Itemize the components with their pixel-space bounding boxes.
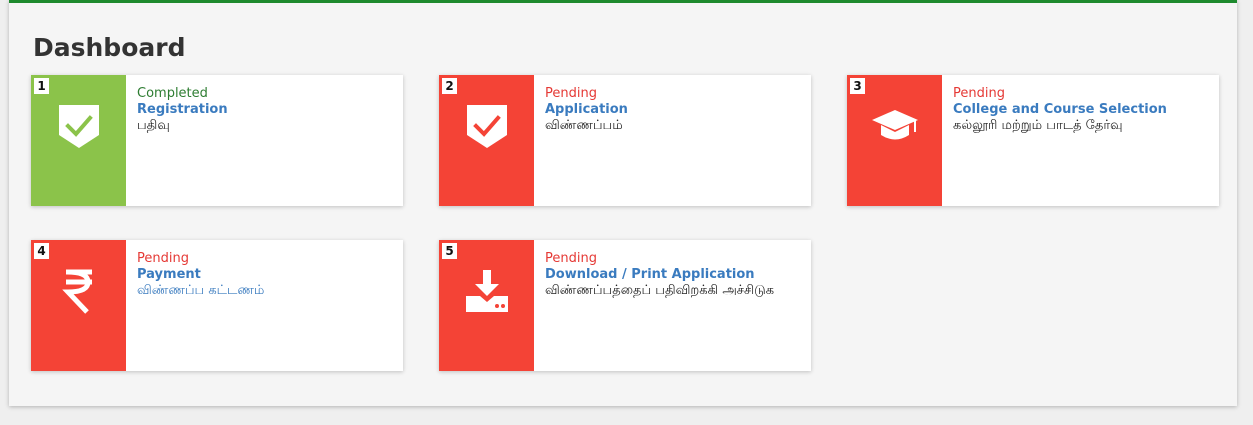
page-title: Dashboard bbox=[33, 33, 186, 62]
card-side-panel: 5 bbox=[439, 240, 534, 371]
dashboard-panel: Dashboard 1 Completed Registration பதிவு… bbox=[9, 0, 1237, 406]
card-title[interactable]: College and Course Selection bbox=[953, 102, 1211, 118]
card-status: Pending bbox=[953, 86, 1005, 101]
card-status: Pending bbox=[545, 251, 597, 266]
card-status: Pending bbox=[137, 251, 189, 266]
card-status: Completed bbox=[137, 86, 208, 101]
card-side-panel: 1 bbox=[31, 75, 126, 206]
card-subtitle: விண்ணப்பம் bbox=[545, 118, 623, 133]
card-side-panel: 3 bbox=[847, 75, 942, 206]
payment-card[interactable]: 4 Pending Payment விண்ணப்ப கட்டணம் bbox=[31, 240, 403, 371]
card-status: Pending bbox=[545, 86, 597, 101]
card-title[interactable]: Download / Print Application bbox=[545, 267, 803, 283]
card-title[interactable]: Application bbox=[545, 102, 803, 118]
step-number: 4 bbox=[34, 243, 49, 259]
step-number: 3 bbox=[850, 78, 865, 94]
card-title[interactable]: Registration bbox=[137, 102, 395, 118]
application-card[interactable]: 2 Pending Application விண்ணப்பம் bbox=[439, 75, 811, 206]
step-number: 1 bbox=[34, 78, 49, 94]
shield-check-icon bbox=[31, 101, 126, 151]
card-side-panel: 4 bbox=[31, 240, 126, 371]
rupee-icon bbox=[31, 266, 126, 316]
college-course-selection-card[interactable]: 3 Pending College and Course Selection க… bbox=[847, 75, 1219, 206]
registration-card[interactable]: 1 Completed Registration பதிவு bbox=[31, 75, 403, 206]
shield-check-icon bbox=[439, 101, 534, 151]
card-subtitle: விண்ணப்பத்தைப் பதிவிறக்கி அச்சிடுக bbox=[545, 283, 775, 298]
card-side-panel: 2 bbox=[439, 75, 534, 206]
step-number: 2 bbox=[442, 78, 457, 94]
download-icon bbox=[439, 266, 534, 316]
download-print-card[interactable]: 5 Pending Download / Print Application வ… bbox=[439, 240, 811, 371]
step-number: 5 bbox=[442, 243, 457, 259]
graduation-cap-icon bbox=[847, 101, 942, 151]
card-subtitle: விண்ணப்ப கட்டணம் bbox=[137, 283, 265, 298]
card-title[interactable]: Payment bbox=[137, 267, 395, 283]
card-subtitle: பதிவு bbox=[137, 118, 170, 133]
card-subtitle: கல்லூரி மற்றும் பாடத் தேர்வு bbox=[953, 118, 1123, 133]
